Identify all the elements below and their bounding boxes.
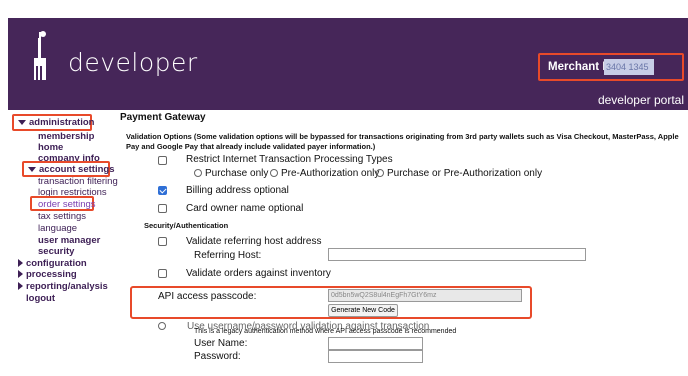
nav-membership-home[interactable]: membership home: [38, 131, 95, 153]
page-title: Payment Gateway: [120, 112, 206, 123]
validate-referring-checkbox[interactable]: [158, 237, 167, 246]
user-name-label: User Name:: [194, 338, 248, 349]
restrict-checkbox[interactable]: [158, 156, 167, 165]
restrict-label: Restrict Internet Transaction Processing…: [186, 154, 393, 165]
radio-purchase-or-preauth[interactable]: Purchase or Pre-Authorization only: [376, 168, 542, 179]
password-input[interactable]: [328, 350, 423, 363]
logo-text: developer: [68, 48, 198, 77]
validate-referring-label: Validate referring host address: [186, 236, 322, 247]
nav-tax-settings[interactable]: tax settings: [38, 211, 86, 222]
expand-right-icon: [18, 270, 23, 279]
validate-orders-label: Validate orders against inventory: [186, 268, 331, 279]
nav-reporting-analysis[interactable]: reporting/analysis: [18, 281, 108, 292]
header-banner: developer Merchant ID: 3404 1345 develop…: [8, 18, 688, 110]
radio-circle-icon: [270, 169, 278, 177]
security-auth-heading: Security/Authentication: [144, 221, 229, 230]
card-owner-checkbox[interactable]: [158, 204, 167, 213]
expand-right-icon: [18, 282, 23, 291]
giraffe-logo[interactable]: developer: [22, 30, 197, 84]
expand-down-icon: [28, 166, 36, 172]
user-name-input[interactable]: [328, 337, 423, 350]
card-owner-label: Card owner name optional: [186, 203, 304, 214]
merchant-id-value: 3404 1345: [604, 59, 654, 75]
api-passcode-label: API access passcode:: [158, 291, 257, 302]
legacy-note: This is a legacy authentication method w…: [194, 328, 457, 335]
referring-host-input[interactable]: [328, 248, 586, 261]
radio-circle-icon: [194, 169, 202, 177]
nav-user-manager[interactable]: user manager: [38, 235, 100, 246]
validation-options-text: Validation Options (Some validation opti…: [126, 132, 679, 151]
expand-down-icon: [18, 119, 26, 125]
nav-logout[interactable]: logout: [26, 293, 55, 304]
nav-administration[interactable]: administration: [18, 117, 94, 128]
nav-transaction-filtering[interactable]: transaction filtering: [38, 176, 118, 187]
validate-orders-checkbox[interactable]: [158, 269, 167, 278]
billing-optional-label: Billing address optional: [186, 185, 289, 196]
generate-new-code-button[interactable]: Generate New Code: [328, 304, 398, 317]
radio-preauth-only[interactable]: Pre-Authorization only: [270, 168, 379, 179]
billing-optional-checkbox[interactable]: [158, 186, 167, 195]
nav-language[interactable]: language: [38, 223, 77, 234]
giraffe-icon: [34, 31, 46, 80]
main-content: Payment Gateway Validation Options (Some…: [118, 110, 688, 376]
nav-processing[interactable]: processing: [18, 269, 77, 280]
expand-right-icon: [18, 259, 23, 268]
radio-circle-icon: [158, 322, 166, 330]
api-passcode-field[interactable]: 0d5bn5wQ2S8ul4nEgFh7GtY6mz: [328, 289, 522, 302]
nav-account-settings[interactable]: account settings: [28, 164, 115, 175]
radio-purchase-only[interactable]: Purchase only: [194, 168, 268, 179]
nav-configuration[interactable]: configuration: [18, 258, 87, 269]
referring-host-label: Referring Host:: [194, 250, 262, 261]
nav-security[interactable]: security: [38, 246, 74, 257]
portal-title: developer portal: [597, 93, 684, 107]
merchant-id-box: Merchant ID: 3404 1345: [538, 53, 684, 81]
radio-circle-icon: [376, 169, 384, 177]
nav-order-settings[interactable]: order settings: [38, 199, 96, 210]
password-label: Password:: [194, 351, 241, 362]
